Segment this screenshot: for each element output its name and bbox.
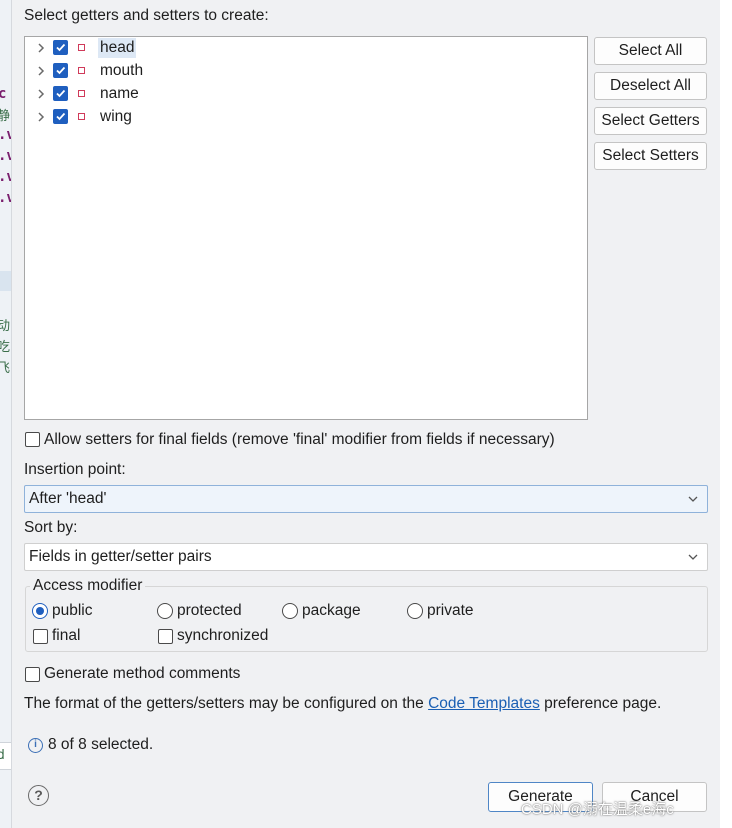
radio-public-label: public bbox=[52, 602, 93, 619]
generate-getters-setters-dialog: Select getters and setters to create: he… bbox=[12, 0, 720, 828]
chevron-right-icon[interactable] bbox=[34, 41, 48, 55]
final-label: final bbox=[52, 627, 81, 644]
editor-fragment: .v bbox=[0, 169, 11, 185]
generate-comments-label: Generate method comments bbox=[44, 665, 241, 682]
field-icon bbox=[78, 113, 85, 120]
editor-fragment: .v bbox=[0, 148, 11, 164]
editor-line-highlight bbox=[0, 271, 11, 291]
chevron-down-icon bbox=[688, 554, 698, 560]
format-note-text: The format of the getters/setters may be… bbox=[24, 695, 424, 712]
tree-item-checkbox[interactable] bbox=[53, 63, 68, 78]
editor-fragment: 静 bbox=[0, 105, 10, 124]
allow-setters-final-label: Allow setters for final fields (remove '… bbox=[44, 431, 555, 448]
sort-by-value: Fields in getter/setter pairs bbox=[29, 548, 212, 565]
deselect-all-button[interactable]: Deselect All bbox=[594, 72, 707, 100]
access-modifier-group bbox=[25, 586, 708, 652]
tree-item-mouth[interactable]: mouth bbox=[25, 60, 587, 82]
tree-item-checkbox[interactable] bbox=[53, 40, 68, 55]
allow-setters-final-checkbox[interactable] bbox=[25, 432, 40, 447]
editor-fragment: d bbox=[0, 748, 5, 763]
format-note: The format of the getters/setters may be… bbox=[24, 695, 661, 713]
final-checkbox[interactable] bbox=[33, 629, 48, 644]
chevron-down-icon bbox=[688, 496, 698, 502]
editor-fragment: 动 bbox=[0, 315, 10, 334]
tree-item-head[interactable]: head bbox=[25, 37, 587, 59]
help-icon[interactable]: ? bbox=[28, 785, 49, 806]
select-setters-button[interactable]: Select Setters bbox=[594, 142, 707, 170]
insertion-point-select[interactable]: After 'head' bbox=[24, 485, 708, 513]
insertion-point-label: Insertion point: bbox=[24, 461, 126, 478]
radio-public[interactable] bbox=[32, 603, 48, 619]
tree-item-name[interactable]: name bbox=[25, 83, 587, 105]
generate-comments-checkbox[interactable] bbox=[25, 667, 40, 682]
tree-item-label: mouth bbox=[100, 62, 144, 79]
chevron-right-icon[interactable] bbox=[34, 64, 48, 78]
editor-fragment: 飞 bbox=[0, 357, 10, 376]
tree-item-checkbox[interactable] bbox=[53, 86, 68, 101]
radio-package-label: package bbox=[302, 602, 361, 619]
tree-item-label: name bbox=[100, 85, 139, 102]
background-right-edge bbox=[720, 0, 732, 828]
synchronized-checkbox[interactable] bbox=[158, 629, 173, 644]
editor-fragment: .v bbox=[0, 127, 11, 143]
background-editor: c 静 .v .v .v .v 动 吃 飞 d bbox=[0, 0, 12, 828]
selection-status: 8 of 8 selected. bbox=[48, 736, 154, 753]
select-all-button[interactable]: Select All bbox=[594, 37, 707, 65]
tree-item-label: wing bbox=[100, 108, 132, 125]
chevron-right-icon[interactable] bbox=[34, 110, 48, 124]
tree-item-label: head bbox=[98, 38, 137, 58]
insertion-point-value: After 'head' bbox=[29, 490, 107, 507]
radio-protected-label: protected bbox=[177, 602, 242, 619]
dialog-heading: Select getters and setters to create: bbox=[24, 7, 269, 24]
format-note-text-end: preference page. bbox=[544, 695, 662, 712]
select-getters-button[interactable]: Select Getters bbox=[594, 107, 707, 135]
field-icon bbox=[78, 67, 85, 74]
watermark: CSDN @溺在温柔e海c bbox=[521, 801, 674, 818]
code-templates-link[interactable]: Code Templates bbox=[428, 695, 540, 712]
sort-by-select[interactable]: Fields in getter/setter pairs bbox=[24, 543, 708, 571]
info-icon: i bbox=[28, 738, 43, 753]
radio-private[interactable] bbox=[407, 603, 423, 619]
synchronized-label: synchronized bbox=[177, 627, 269, 644]
tree-item-wing[interactable]: wing bbox=[25, 106, 587, 128]
editor-fragment: c bbox=[0, 86, 6, 102]
fields-tree[interactable]: head mouth name wing bbox=[24, 36, 588, 420]
sort-by-label: Sort by: bbox=[24, 519, 78, 536]
editor-fragment: 吃 bbox=[0, 336, 10, 355]
editor-fragment: .v bbox=[0, 190, 11, 206]
radio-protected[interactable] bbox=[157, 603, 173, 619]
tree-item-checkbox[interactable] bbox=[53, 109, 68, 124]
radio-private-label: private bbox=[427, 602, 474, 619]
field-icon bbox=[78, 90, 85, 97]
access-modifier-label: Access modifier bbox=[30, 577, 146, 595]
radio-package[interactable] bbox=[282, 603, 298, 619]
field-icon bbox=[78, 44, 85, 51]
chevron-right-icon[interactable] bbox=[34, 87, 48, 101]
